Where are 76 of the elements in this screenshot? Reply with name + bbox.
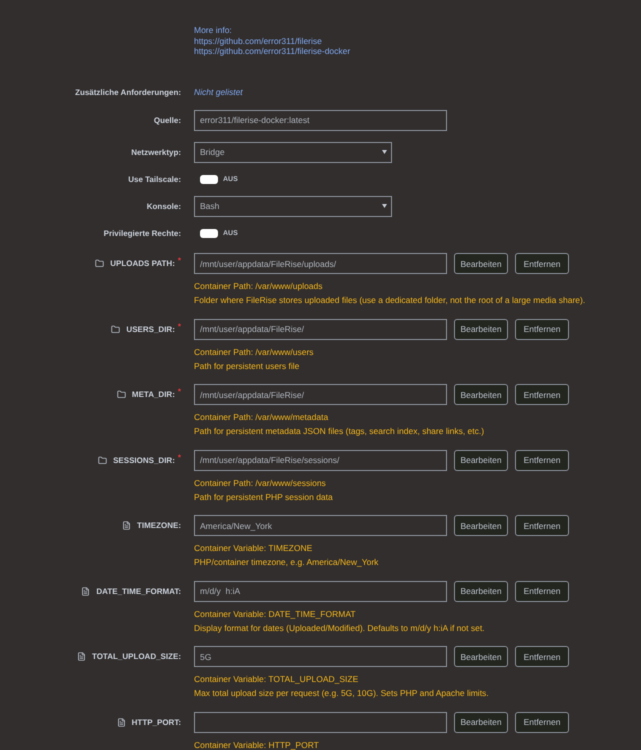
remove-button[interactable]: Entfernen [515, 450, 569, 470]
folder-icon [111, 324, 120, 334]
description-text: Folder where FileRise stores uploaded files (use a dedicated folder, not the root of a large media share). [194, 294, 586, 307]
input-field[interactable]: m/d/y h:iA [194, 580, 447, 602]
remove-button[interactable]: Entfernen [515, 253, 569, 274]
field-label: TOTAL_UPLOAD_SIZE: [92, 652, 181, 661]
caret-icon [382, 204, 387, 208]
document-icon [116, 718, 126, 726]
input-field[interactable]: /mnt/user/appdata/FileRise/uploads/ [194, 253, 447, 274]
description-text: Path for persistent users file [194, 360, 300, 372]
remove-button[interactable]: Entfernen [515, 384, 569, 405]
field-label: Netzwerktyp: [131, 148, 181, 156]
container-info-text: Container Variable: DATE_TIME_FORMAT [194, 608, 356, 620]
input-field[interactable]: /mnt/user/appdata/FileRise/ [194, 384, 447, 405]
required-mark: * [178, 388, 181, 396]
remove-button[interactable]: Entfernen [515, 318, 569, 340]
field-label: Use Tailscale: [128, 174, 181, 184]
requirements-value: Nicht gelistet [194, 87, 243, 97]
caret-icon [382, 150, 387, 154]
input-field[interactable]: 5G [194, 646, 447, 667]
select-field[interactable]: Bash [194, 196, 392, 216]
remove-button[interactable]: Entfernen [515, 515, 569, 536]
field-label: Zusätzliche Anforderungen: [75, 88, 181, 96]
input-field[interactable]: error311/filerise-docker:latest [194, 110, 447, 130]
edit-button[interactable]: Bearbeiten [454, 384, 508, 405]
remove-button[interactable]: Entfernen [515, 646, 569, 667]
link[interactable]: https://github.com/error311/filerise [194, 36, 322, 46]
edit-button[interactable]: Bearbeiten [454, 515, 508, 536]
folder-icon [98, 456, 108, 464]
container-info-text: Container Path: /var/www/uploads [194, 280, 323, 293]
edit-button[interactable]: Bearbeiten [454, 450, 508, 470]
link[interactable]: https://github.com/error311/filerise-docker [194, 46, 350, 56]
input-field[interactable] [194, 712, 447, 732]
field-label: Konsole: [146, 202, 181, 210]
more-info-label: More info: [194, 25, 232, 36]
input-field[interactable]: /mnt/user/appdata/FileRise/ [194, 318, 447, 340]
remove-button[interactable]: Entfernen [515, 580, 569, 602]
field-label: USERS_DIR: [126, 324, 175, 334]
field-label: META_DIR: [132, 390, 175, 399]
input-field[interactable]: /mnt/user/appdata/FileRise/sessions/ [194, 450, 447, 470]
field-label: HTTP_PORT: [132, 718, 181, 726]
container-info-text: Container Variable: HTTP_PORT [194, 738, 319, 750]
toggle-switch[interactable] [200, 174, 218, 184]
input-field[interactable]: America/New_York [194, 515, 447, 536]
edit-button[interactable]: Bearbeiten [454, 646, 508, 667]
select-field[interactable]: Bridge [194, 142, 392, 162]
document-icon [122, 521, 131, 530]
field-label: TIMEZONE: [137, 521, 181, 530]
edit-button[interactable]: Bearbeiten [454, 580, 508, 602]
field-label: DATE_TIME_FORMAT: [96, 586, 181, 596]
field-label: Quelle: [154, 116, 181, 124]
document-icon [81, 586, 90, 596]
description-text: Path for persistent metadata JSON files (tags, search index, share links, etc.) [194, 425, 484, 438]
required-mark: * [178, 322, 181, 330]
edit-button[interactable]: Bearbeiten [454, 318, 508, 340]
description-text: PHP/container timezone, e.g. America/New_York [194, 556, 378, 569]
required-mark: * [178, 257, 181, 265]
document-icon [76, 652, 86, 661]
description-text: Display format for dates (Uploaded/Modified). Defaults to m/d/y h:iA if not set. [194, 622, 485, 634]
required-mark: * [178, 454, 181, 462]
folder-icon [116, 390, 126, 399]
toggle-switch[interactable] [200, 228, 218, 238]
container-info-text: Container Variable: TOTAL_UPLOAD_SIZE [194, 673, 358, 686]
container-info-text: Container Path: /var/www/users [194, 346, 314, 358]
container-info-text: Container Variable: TIMEZONE [194, 542, 312, 555]
container-info-text: Container Path: /var/www/metadata [194, 411, 328, 424]
field-label: UPLOADS PATH: [110, 259, 175, 268]
edit-button[interactable]: Bearbeiten [454, 712, 508, 732]
remove-button[interactable]: Entfernen [515, 712, 569, 732]
container-info-text: Container Path: /var/www/sessions [194, 476, 326, 490]
description-text: Path for persistent PHP session data [194, 490, 333, 504]
folder-icon [95, 259, 104, 268]
field-label: SESSIONS_DIR: [113, 456, 175, 464]
description-text: Max total upload size per request (e.g. 5G, 10G). Sets PHP and Apache limits. [194, 687, 489, 700]
field-label: Privilegierte Rechte: [104, 228, 181, 238]
edit-button[interactable]: Bearbeiten [454, 253, 508, 274]
